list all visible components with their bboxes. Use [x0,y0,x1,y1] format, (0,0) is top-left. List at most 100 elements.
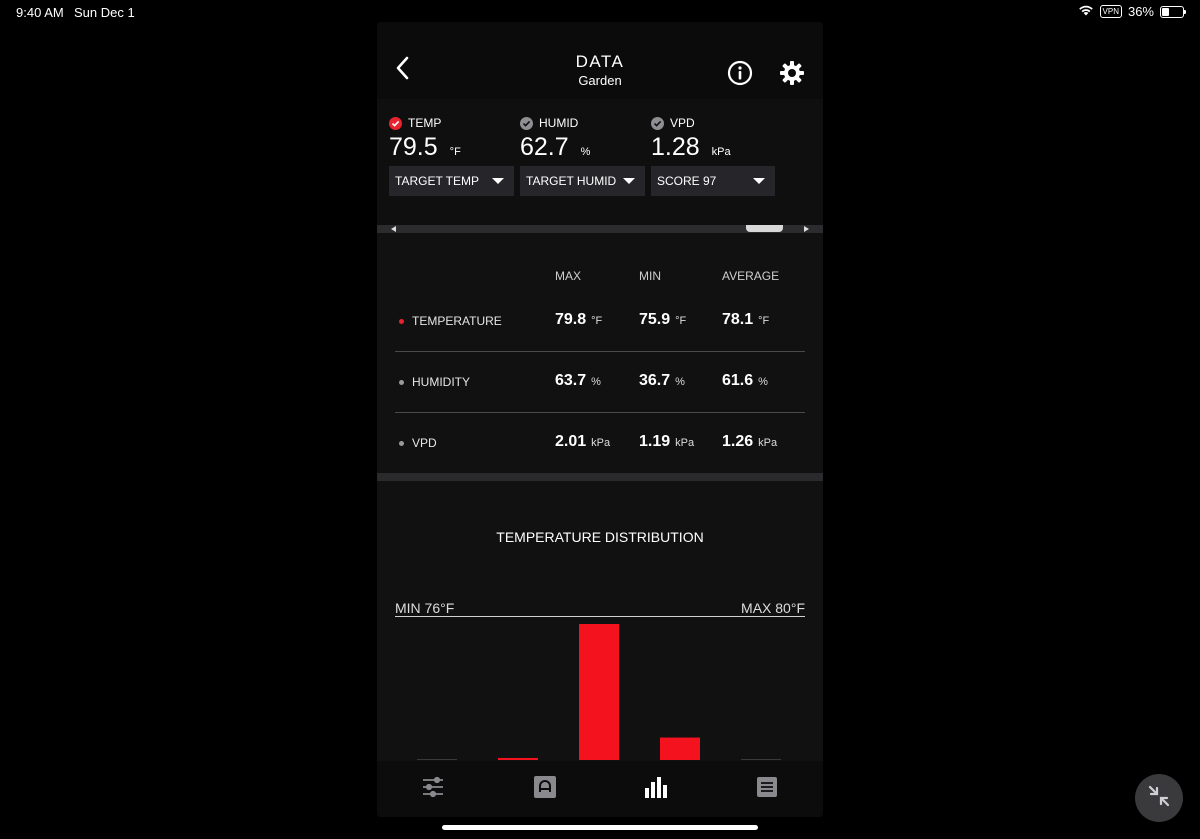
cell-unit: kPa [758,437,778,449]
column-header-average: AVERAGE [722,269,780,283]
column-header-min: MIN [639,269,661,283]
cell-min: 75.9 °F [639,311,686,329]
cell-value: 1.19 [639,433,671,450]
bar-78 [579,624,619,760]
stats-table: MAX MIN AVERAGE TEMPERATURE 79.8 °F 75.9… [377,233,823,474]
caret-down-icon [753,178,765,184]
tab-data[interactable] [641,775,671,803]
table-row-label: VPD [399,436,437,450]
score-dropdown[interactable]: SCORE 97 [651,166,775,196]
metric-unit: °F [449,146,461,158]
collapse-button[interactable] [1135,774,1183,822]
temperature-distribution: TEMPERATURE DISTRIBUTION MIN 76°F MAX 80… [377,481,823,761]
settings-button[interactable] [778,59,806,87]
bar-79 [660,737,700,760]
metric-value: 62.7 [520,133,569,161]
info-button[interactable] [727,60,753,86]
battery-percent: 36% [1127,4,1154,19]
scroll-left-icon[interactable] [391,226,396,232]
tab-controls[interactable] [418,775,448,803]
series-dot [399,440,404,446]
gear-icon [778,61,806,91]
battery-level [1162,7,1170,16]
header: DATA Garden [377,22,823,99]
dropdown-label: TARGET TEMP [395,174,480,188]
cell-max: 63.7 % [555,372,601,390]
metric-temp[interactable]: TEMP 79.5 °F [389,115,461,162]
cell-average: 78.1 °F [722,311,769,329]
cell-max: 79.8 °F [555,311,602,329]
wifi-icon [1078,4,1094,19]
device-icon [533,775,557,804]
metric-humid[interactable]: HUMID 62.7 % [520,115,590,162]
caret-down-icon [623,178,635,184]
dropdown-label: TARGET HUMID [526,174,617,188]
bar-chart-icon [644,776,668,803]
vpn-badge: VPN [1099,5,1122,18]
list-icon [756,776,778,803]
cell-unit: % [675,376,685,388]
page-subtitle: Garden [578,73,622,88]
dropdown-label: SCORE 97 [657,174,717,188]
target-humid-dropdown[interactable]: TARGET HUMID [520,166,645,196]
metric-value: 1.28 [651,133,700,161]
status-bar: 9:40 AM Sun Dec 1 VPN 36% [0,0,1200,24]
cell-min: 36.7 % [639,372,685,390]
status-indicators: VPN 36% [1078,4,1186,19]
table-row-label: TEMPERATURE [399,314,502,328]
range-max-label: MAX 80°F [741,600,805,616]
status-date: Sun Dec 1 [74,5,135,20]
tab-device[interactable] [530,775,560,803]
target-temp-dropdown[interactable]: TARGET TEMP [389,166,514,196]
tab-logs[interactable] [752,775,782,803]
cell-value: 2.01 [555,433,587,450]
chart-title: TEMPERATURE DISTRIBUTION [496,529,704,545]
cell-value: 1.26 [722,433,754,450]
app-window: DATA Garden TEMP 79.5 °F HUMID 62.7 % VP… [377,22,823,817]
cell-unit: °F [591,315,603,327]
scroll-thumb[interactable] [746,225,783,232]
bar-77 [498,757,538,760]
tab-bar [377,761,823,817]
cell-unit: °F [758,315,770,327]
cell-unit: kPa [591,437,611,449]
cell-value: 61.6 [722,372,754,389]
cell-value: 63.7 [555,372,587,389]
metric-value: 79.5 [389,133,438,161]
info-icon [727,60,753,90]
cell-unit: kPa [675,437,695,449]
section-separator [377,473,823,481]
check-icon [389,116,402,130]
cell-unit: % [591,376,601,388]
series-dot [399,379,404,385]
metric-unit: % [580,146,591,158]
cell-value: 78.1 [722,311,754,328]
metric-unit: kPa [711,146,731,158]
sliders-icon [421,776,445,803]
table-row-label: HUMIDITY [399,375,470,389]
row-label-text: HUMIDITY [412,375,470,389]
check-icon [520,116,533,130]
row-label-text: VPD [412,436,437,450]
metric-label: TEMP [408,116,442,130]
current-readings: TEMP 79.5 °F HUMID 62.7 % VPD 1.28 kPa T… [377,99,823,225]
metric-label: VPD [670,116,695,130]
horizontal-scrollbar[interactable] [377,225,823,233]
row-divider [395,412,805,413]
metric-label: HUMID [539,116,579,130]
cell-value: 75.9 [639,311,671,328]
range-min-label: MIN 76°F [395,600,455,616]
status-time: 9:40 AM [16,5,64,20]
series-dot [399,318,404,324]
home-indicator[interactable] [442,825,758,830]
cell-max: 2.01 kPa [555,433,610,451]
cell-unit: % [758,376,768,388]
metric-vpd[interactable]: VPD 1.28 kPa [651,115,731,162]
bar-76 [417,759,457,760]
caret-down-icon [492,178,504,184]
cell-value: 79.8 [555,311,587,328]
scroll-right-icon[interactable] [804,226,809,232]
bar-80 [741,759,781,760]
distribution-chart [417,624,781,760]
collapse-arrows-icon [1147,784,1171,813]
